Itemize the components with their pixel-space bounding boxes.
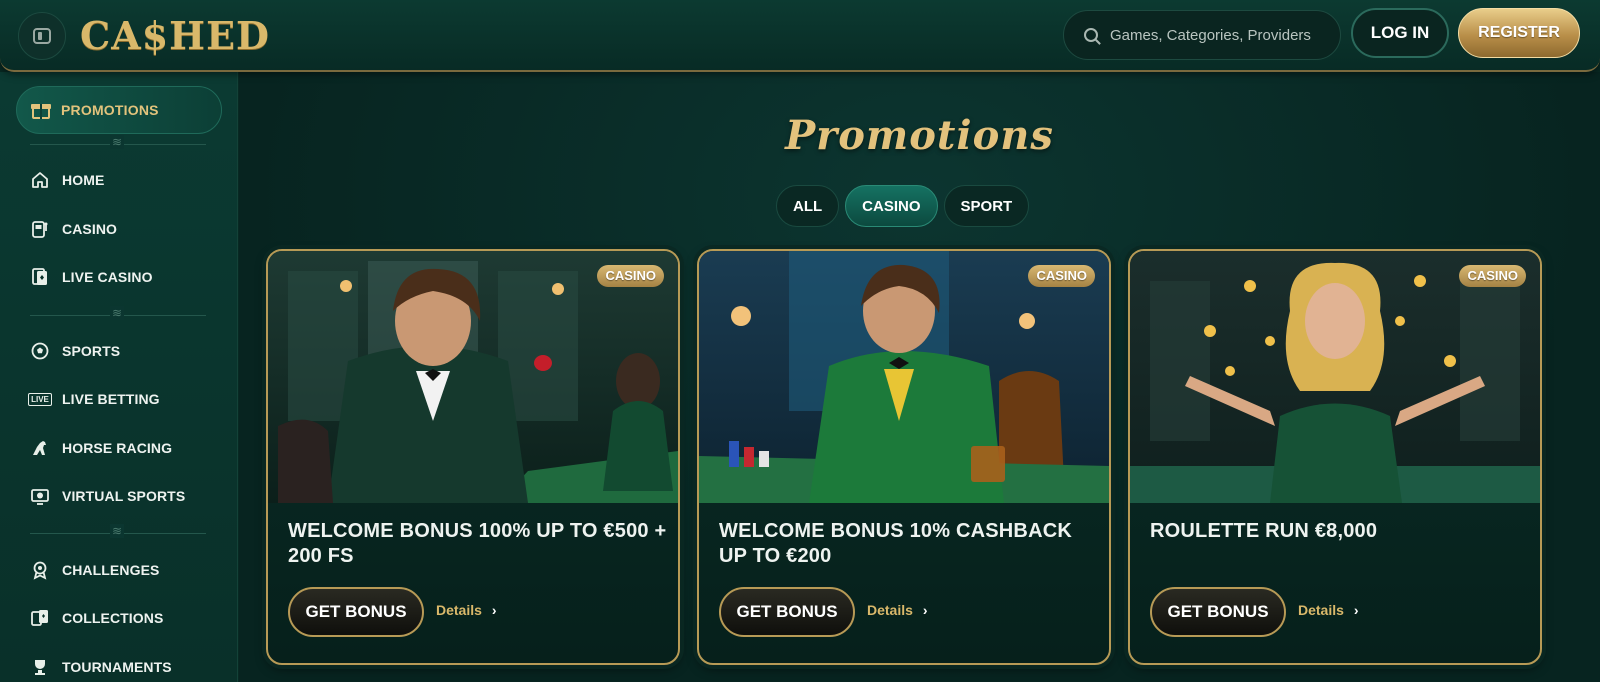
get-bonus-button[interactable]: GET BONUS	[719, 587, 855, 637]
sidebar-item-label: SPORTS	[62, 343, 121, 359]
main-content: Promotions ALL CASINO SPORT CASINO WELCO…	[239, 72, 1600, 682]
tab-all[interactable]: ALL	[776, 185, 840, 227]
sidebar-item-casino[interactable]: CASINO	[30, 212, 220, 246]
promotion-image	[1130, 251, 1540, 503]
chevron-right-icon: ›	[1353, 602, 1359, 618]
sidebar-item-label: HORSE RACING	[62, 440, 173, 456]
sidebar-divider	[30, 306, 206, 320]
sidebar-item-collections[interactable]: COLLECTIONS	[30, 601, 220, 635]
details-link[interactable]: Details ›	[436, 602, 497, 618]
details-label: Details	[1298, 602, 1344, 618]
medal-icon	[30, 560, 50, 580]
top-header: CA$HED LOG IN REGISTER	[0, 0, 1600, 72]
promotion-card: CASINO WELCOME BONUS 10% CASHBACK UP TO …	[697, 249, 1111, 665]
virtual-screen-icon	[30, 486, 50, 506]
playing-card-icon	[30, 267, 50, 287]
search-box[interactable]	[1063, 10, 1341, 60]
promotion-card: CASINO WELCOME BONUS 100% UP TO €500 + 2…	[266, 249, 680, 665]
register-button[interactable]: REGISTER	[1458, 8, 1580, 58]
sidebar-item-live-casino[interactable]: LIVE CASINO	[30, 260, 220, 294]
sidebar-item-home[interactable]: HOME	[30, 163, 220, 197]
tab-casino[interactable]: CASINO	[845, 185, 938, 227]
promotion-filter-tabs: ALL CASINO SPORT	[776, 185, 1030, 227]
category-badge: CASINO	[597, 265, 664, 287]
sidebar-item-label: COLLECTIONS	[62, 610, 164, 626]
details-link[interactable]: Details ›	[867, 602, 928, 618]
horse-icon	[30, 438, 50, 458]
sidebar-item-challenges[interactable]: CHALLENGES	[30, 553, 220, 587]
page-title: Promotions	[785, 112, 1054, 159]
promotion-title: WELCOME BONUS 100% UP TO €500 + 200 FS	[288, 520, 667, 567]
slot-machine-icon	[30, 219, 50, 239]
category-badge: CASINO	[1459, 265, 1526, 287]
chevron-right-icon: ›	[922, 602, 928, 618]
search-icon	[1084, 28, 1098, 42]
soccer-ball-icon	[30, 341, 50, 361]
trophy-icon	[30, 657, 50, 677]
home-icon	[30, 170, 50, 190]
live-badge-icon: LIVE	[28, 389, 52, 409]
brand-logo[interactable]: CA$HED	[80, 10, 270, 62]
sidebar-divider	[30, 524, 206, 538]
details-label: Details	[436, 602, 482, 618]
get-bonus-button[interactable]: GET BONUS	[288, 587, 424, 637]
sidebar-item-sports[interactable]: SPORTS	[30, 334, 220, 368]
sidebar-item-label: LIVE CASINO	[62, 269, 153, 285]
promotion-card: CASINO ROULETTE RUN €8,000 GET BONUS Det…	[1128, 249, 1542, 665]
sidebar-toggle-icon	[33, 28, 51, 44]
login-button[interactable]: LOG IN	[1351, 8, 1449, 58]
search-input[interactable]	[1110, 26, 1330, 44]
promotion-image	[268, 251, 678, 503]
sidebar-item-virtual-sports[interactable]: VIRTUAL SPORTS	[30, 479, 220, 513]
sidebar-divider	[30, 135, 206, 149]
gift-icon	[31, 101, 51, 119]
sidebar-item-label: LIVE BETTING	[62, 391, 160, 407]
sidebar-item-tournaments[interactable]: TOURNAMENTS	[30, 650, 220, 682]
promotion-cards: CASINO WELCOME BONUS 100% UP TO €500 + 2…	[266, 249, 1542, 665]
promotion-title: ROULETTE RUN €8,000	[1150, 520, 1378, 542]
sidebar-item-label: TOURNAMENTS	[62, 659, 172, 675]
sidebar-item-label: CHALLENGES	[62, 562, 160, 578]
category-badge: CASINO	[1028, 265, 1095, 287]
details-label: Details	[867, 602, 913, 618]
sidebar-item-live-betting[interactable]: LIVE LIVE BETTING	[28, 382, 220, 416]
sidebar-item-label: PROMOTIONS	[61, 102, 159, 118]
sidebar-item-label: VIRTUAL SPORTS	[62, 488, 186, 504]
chevron-right-icon: ›	[491, 602, 497, 618]
promotion-title: WELCOME BONUS 10% CASHBACK UP TO €200	[719, 520, 1073, 567]
details-link[interactable]: Details ›	[1298, 602, 1359, 618]
sidebar: PROMOTIONS HOME CASINO LIVE CASINO SPORT…	[0, 72, 238, 682]
sidebar-item-promotions[interactable]: PROMOTIONS	[16, 86, 222, 134]
promotion-image	[699, 251, 1109, 503]
tab-sport[interactable]: SPORT	[943, 185, 1030, 227]
sidebar-item-horse-racing[interactable]: HORSE RACING	[30, 431, 220, 465]
sidebar-item-label: CASINO	[62, 221, 118, 237]
sidebar-item-label: HOME	[62, 172, 105, 188]
cards-icon	[30, 608, 50, 628]
get-bonus-button[interactable]: GET BONUS	[1150, 587, 1286, 637]
sidebar-toggle-button[interactable]	[18, 12, 66, 60]
